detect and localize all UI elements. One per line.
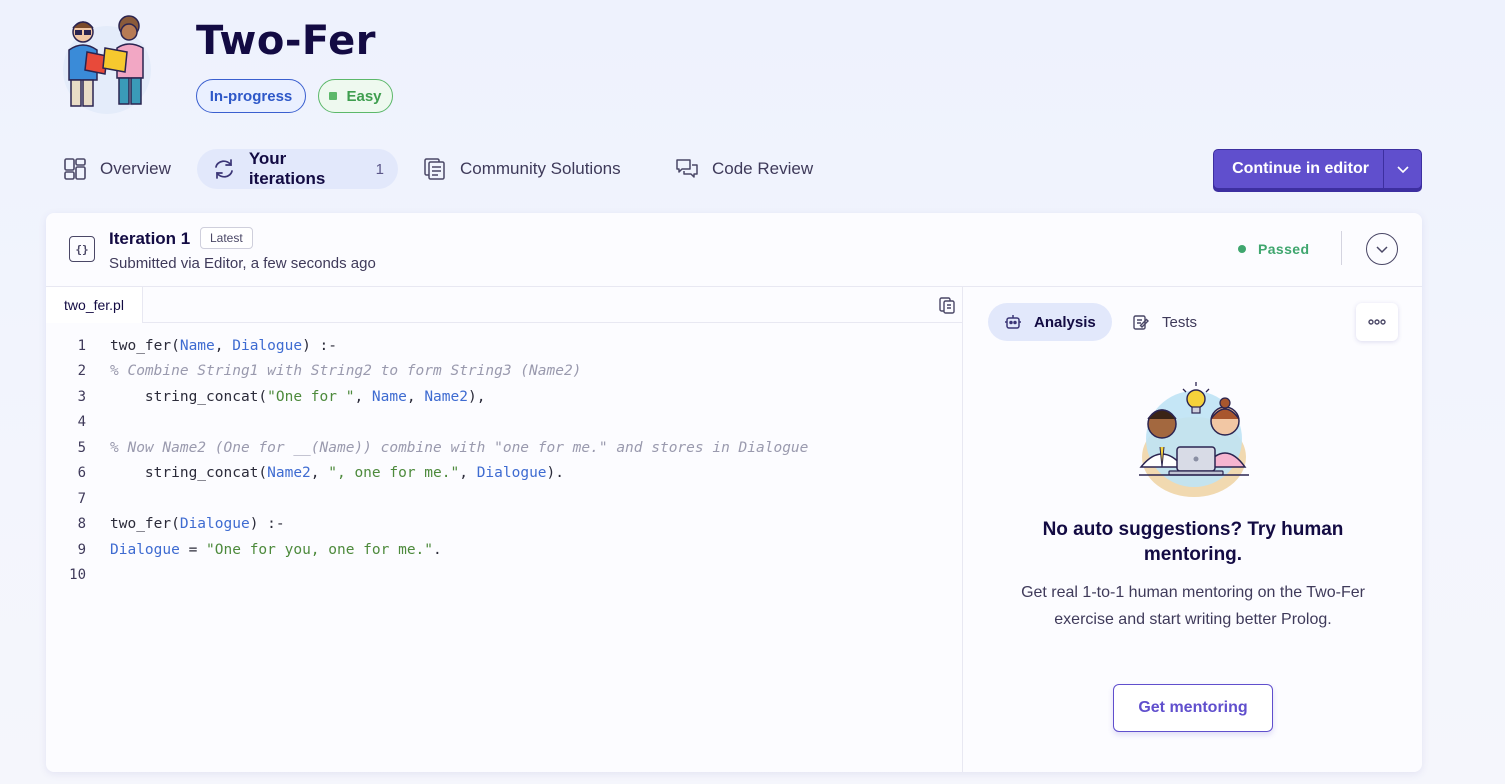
code-review-icon (674, 156, 700, 182)
tab-tests-label: Tests (1162, 313, 1198, 331)
iteration-panel: {} Iteration 1 Latest Submitted via Edit… (46, 213, 1422, 772)
code-line: 5 % Now Name2 (One for __(Name)) combine… (46, 435, 963, 461)
line-number: 1 (77, 337, 86, 354)
code-line: 1 two_fer(Name, Dialogue) :- (46, 333, 963, 359)
tab-code-review[interactable]: Code Review (660, 149, 827, 189)
passed-dot-icon (1238, 245, 1246, 253)
mentoring-description: Get real 1-to-1 human mentoring on the T… (1021, 584, 1365, 628)
ellipsis-icon (1368, 319, 1386, 325)
tests-icon (1133, 315, 1149, 330)
line-number: 4 (77, 414, 86, 431)
code-viewer: two_fer.pl 1 two_fer(Name, Dialogue) :- 2… (46, 287, 963, 772)
get-mentoring-button[interactable]: Get mentoring (1113, 684, 1273, 732)
exercise-header: Two-Fer In-progress Easy (0, 0, 1505, 140)
line-number: 3 (77, 388, 86, 405)
continue-in-editor-button[interactable]: Continue in editor (1213, 149, 1422, 189)
iteration-subtitle: Submitted via Editor, a few seconds ago (109, 255, 376, 272)
tab-your-iterations-label: Your iterations (248, 149, 326, 188)
overview-icon (62, 156, 88, 182)
mentoring-illustration (1129, 379, 1259, 499)
tab-code-review-label: Code Review (712, 159, 814, 178)
more-options-button[interactable] (1356, 303, 1398, 341)
mentoring-title: No auto suggestions? Try human mentoring… (1042, 519, 1344, 565)
expand-iteration-button[interactable] (1366, 233, 1398, 265)
code-line: 7 (46, 486, 963, 512)
difficulty-dot-icon (329, 92, 338, 100)
page-title: Two-Fer (196, 18, 376, 64)
code-file-icon: {} (69, 236, 95, 262)
community-solutions-icon (422, 156, 448, 182)
copy-icon[interactable] (937, 295, 957, 315)
tab-your-iterations[interactable]: Your iterations 1 (197, 149, 398, 189)
file-tab-two-fer[interactable]: two_fer.pl (46, 287, 143, 323)
header-divider (1341, 231, 1342, 265)
chevron-down-icon[interactable] (1384, 164, 1421, 174)
code-line: 9 Dialogue = "One for you, one for me.". (46, 537, 963, 563)
difficulty-label: Easy (346, 87, 382, 105)
iteration-title: Iteration 1 (109, 229, 191, 248)
difficulty-badge: Easy (318, 79, 393, 113)
line-number: 5 (77, 439, 86, 456)
line-number: 10 (69, 567, 86, 584)
code-line: 3 string_concat("One for ", Name, Name2)… (46, 384, 963, 410)
tab-tests[interactable]: Tests (1116, 303, 1213, 341)
tab-overview-label: Overview (100, 159, 171, 178)
code-line: 4 (46, 410, 963, 436)
line-number: 2 (77, 363, 86, 380)
iterations-icon (211, 156, 237, 182)
tab-overview[interactable]: Overview (48, 149, 185, 189)
code-line: 10 (46, 563, 963, 589)
two-people-puzzle-icon (57, 12, 157, 116)
code-line: 8 two_fer(Dialogue) :- (46, 512, 963, 538)
line-number: 6 (77, 465, 86, 482)
robot-icon (1005, 315, 1021, 329)
status-badge: In-progress (196, 79, 306, 113)
line-number: 9 (77, 541, 86, 558)
passed-status: Passed (1238, 241, 1309, 257)
code-lines[interactable]: 1 two_fer(Name, Dialogue) :- 2 % Combine … (46, 333, 963, 588)
tab-analysis[interactable]: Analysis (988, 303, 1112, 341)
analysis-panel: Analysis Tests No auto suggestions? Try … (964, 287, 1422, 772)
tab-community-solutions[interactable]: Community Solutions (408, 149, 635, 189)
tab-community-solutions-label: Community Solutions (460, 159, 621, 178)
line-number: 7 (77, 490, 86, 507)
latest-badge: Latest (200, 227, 253, 249)
passed-label: Passed (1258, 241, 1310, 257)
file-tabs: two_fer.pl (46, 287, 963, 323)
line-number: 8 (77, 516, 86, 533)
iteration-count: 1 (375, 160, 384, 178)
tab-analysis-label: Analysis (1034, 313, 1096, 331)
continue-in-editor-label: Continue in editor (1232, 160, 1369, 177)
code-line: 2 % Combine String1 with String2 to form… (46, 359, 963, 385)
code-line: 6 string_concat(Name2, ", one for me.", … (46, 461, 963, 487)
iteration-header[interactable]: {} Iteration 1 Latest Submitted via Edit… (46, 213, 1422, 287)
chevron-down-icon (1376, 246, 1388, 254)
